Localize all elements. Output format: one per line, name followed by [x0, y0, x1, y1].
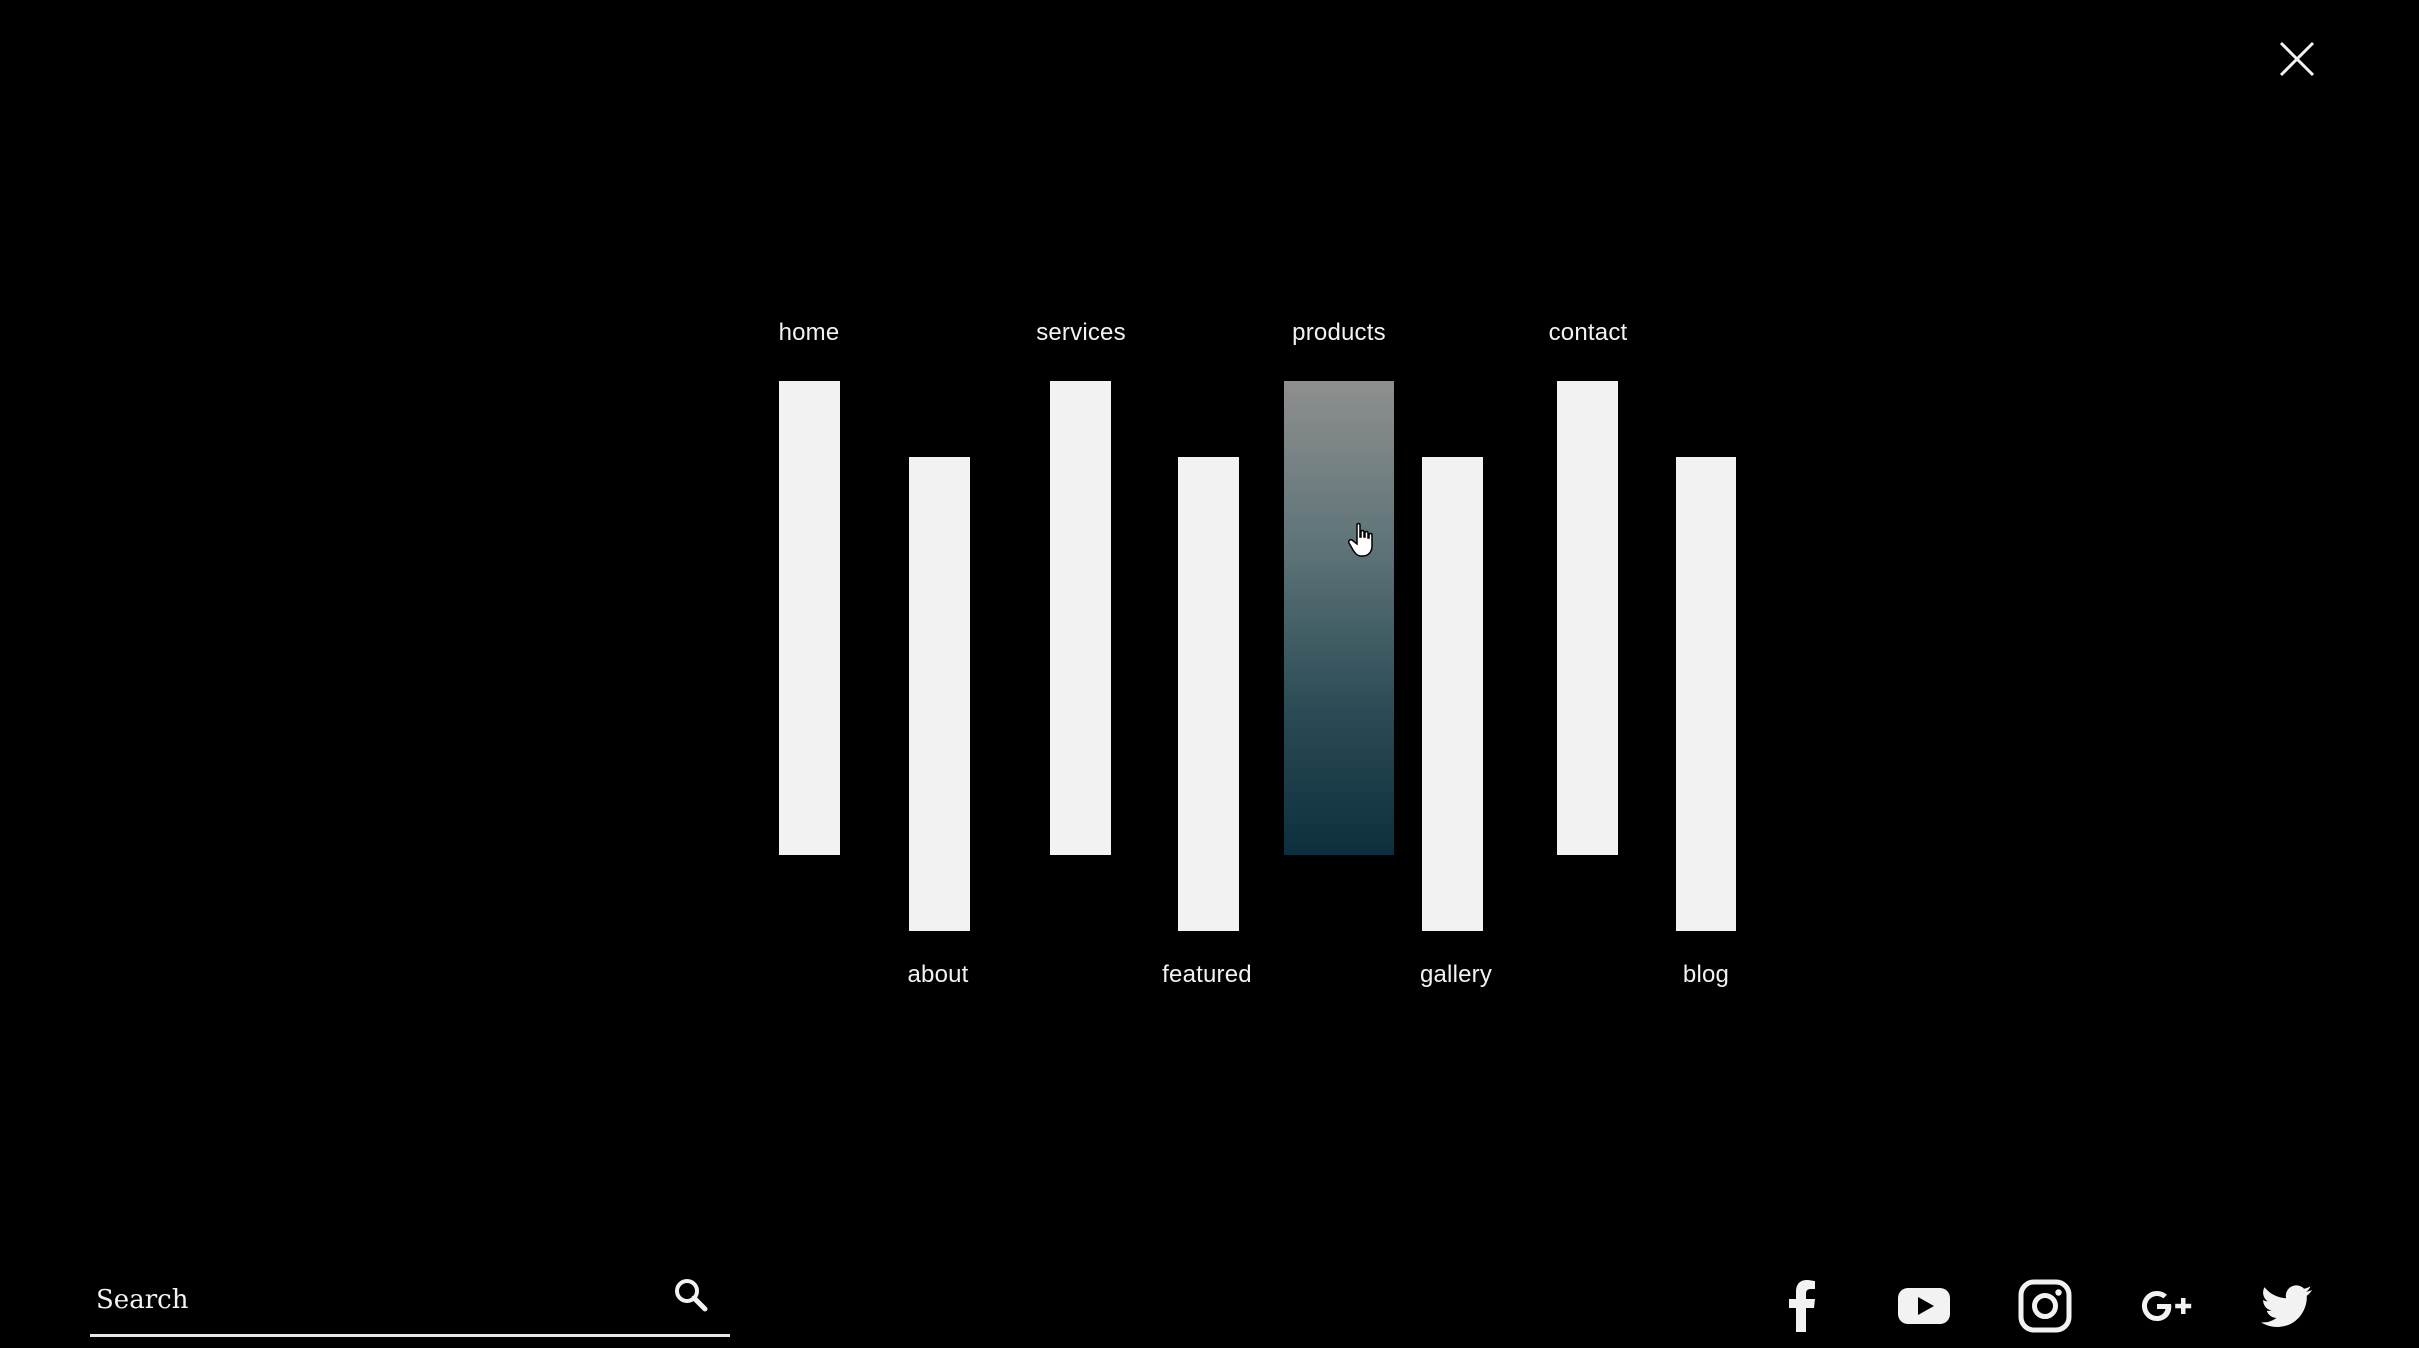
youtube-link[interactable] [1896, 1278, 1952, 1334]
google-plus-icon [2142, 1291, 2192, 1321]
facebook-icon [1789, 1280, 1815, 1332]
nav-label-featured[interactable]: featured [1162, 961, 1252, 989]
google-plus-link[interactable] [2138, 1278, 2194, 1334]
nav-label-contact[interactable]: contact [1549, 319, 1628, 347]
nav-label-blog[interactable]: blog [1683, 961, 1729, 989]
nav-label-about[interactable]: about [907, 961, 968, 989]
close-icon [2279, 41, 2315, 77]
nav-label-services[interactable]: services [1036, 319, 1126, 347]
nav-bar-products[interactable] [1284, 381, 1394, 855]
nav-label-products[interactable]: products [1292, 319, 1386, 347]
nav-bar-home[interactable] [779, 381, 840, 855]
nav-label-home[interactable]: home [779, 319, 840, 347]
search-box [90, 1270, 730, 1337]
nav-bar-about[interactable] [909, 457, 970, 931]
nav-bar-blog[interactable] [1676, 457, 1736, 931]
search-button[interactable] [672, 1276, 712, 1316]
nav-bar-services[interactable] [1050, 381, 1111, 855]
twitter-link[interactable] [2259, 1278, 2315, 1334]
close-button[interactable] [2278, 40, 2316, 78]
nav-label-gallery[interactable]: gallery [1420, 961, 1492, 989]
nav-bar-contact[interactable] [1557, 381, 1618, 855]
hand-pointer-icon [1348, 522, 1373, 557]
search-input[interactable] [96, 1280, 656, 1320]
twitter-icon [2261, 1285, 2312, 1327]
nav-bar-featured[interactable] [1178, 457, 1239, 931]
instagram-link[interactable] [2017, 1278, 2073, 1334]
facebook-link[interactable] [1775, 1278, 1831, 1334]
instagram-icon [2018, 1279, 2072, 1333]
youtube-icon [1898, 1288, 1950, 1324]
nav-bar-gallery[interactable] [1422, 457, 1483, 931]
search-icon [675, 1279, 708, 1312]
